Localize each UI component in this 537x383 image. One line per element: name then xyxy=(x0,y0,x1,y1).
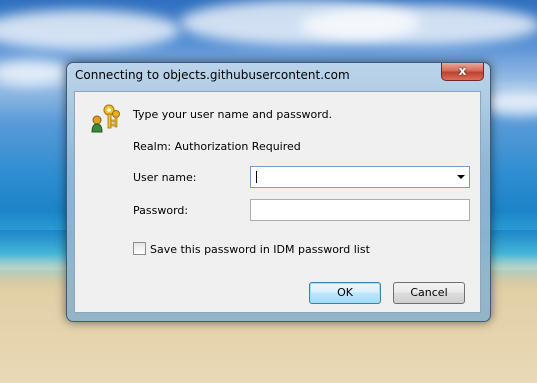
save-password-checkbox[interactable] xyxy=(133,242,146,255)
cloud xyxy=(300,5,537,45)
realm-text: Realm: Authorization Required xyxy=(133,140,301,153)
password-field[interactable] xyxy=(250,199,470,221)
close-icon: x xyxy=(458,64,467,78)
login-dialog-window: Connecting to objects.githubusercontent.… xyxy=(66,62,491,322)
username-label: User name: xyxy=(133,171,197,184)
dialog-body: Type your user name and password. Realm:… xyxy=(74,91,481,313)
ok-button[interactable]: OK xyxy=(309,282,381,304)
password-label: Password: xyxy=(133,204,189,217)
window-title: Connecting to objects.githubusercontent.… xyxy=(75,68,350,82)
cancel-button[interactable]: Cancel xyxy=(393,282,465,304)
title-bar[interactable]: Connecting to objects.githubusercontent.… xyxy=(67,63,490,87)
key-user-icon xyxy=(91,104,120,133)
save-password-label[interactable]: Save this password in IDM password list xyxy=(150,243,370,256)
close-button[interactable]: x xyxy=(441,63,484,81)
chevron-down-icon[interactable] xyxy=(457,175,465,179)
text-cursor xyxy=(256,171,257,183)
cloud xyxy=(0,10,180,50)
cloud xyxy=(0,60,70,85)
username-combobox[interactable] xyxy=(250,166,470,188)
prompt-text: Type your user name and password. xyxy=(133,108,333,121)
